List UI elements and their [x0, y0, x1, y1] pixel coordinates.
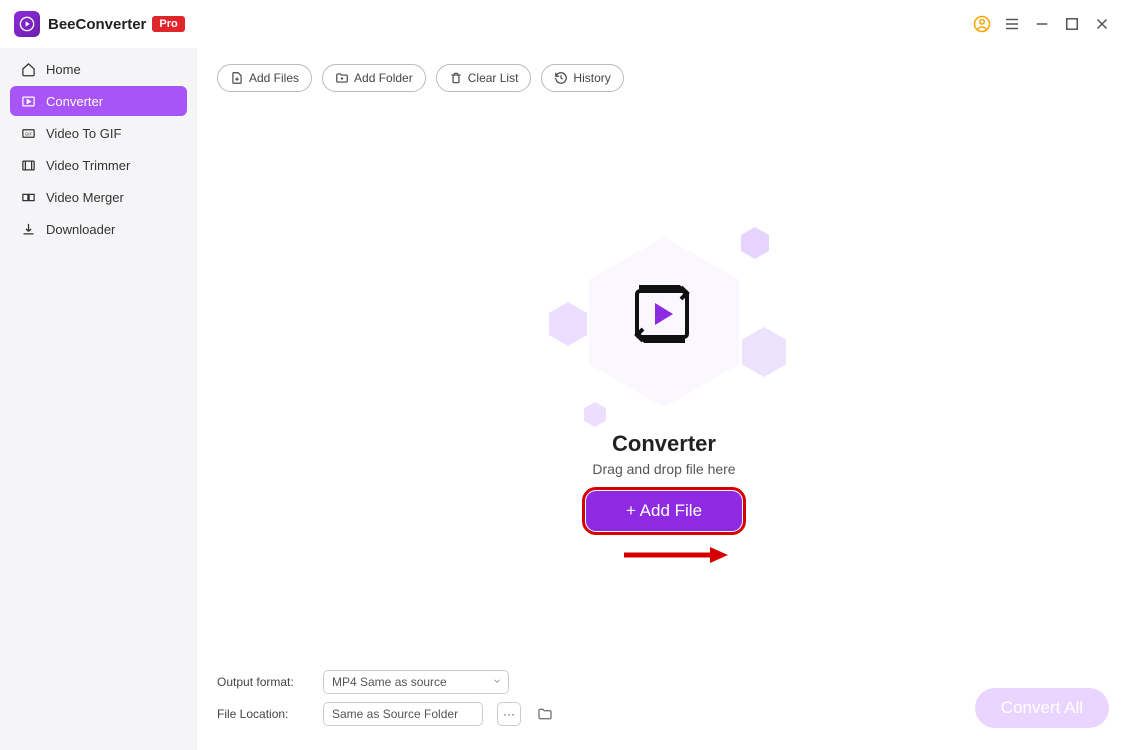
sidebar-item-downloader[interactable]: Downloader — [10, 214, 187, 244]
add-file-highlight: + Add File — [586, 491, 742, 531]
converter-icon — [20, 93, 36, 109]
trimmer-icon — [20, 157, 36, 173]
sidebar-item-label: Video Merger — [46, 190, 124, 205]
file-location-input[interactable]: Same as Source Folder — [323, 702, 483, 726]
sidebar-item-video-to-gif[interactable]: GIF Video To GIF — [10, 118, 187, 148]
center-subtitle: Drag and drop file here — [592, 461, 735, 477]
minimize-icon[interactable] — [1027, 9, 1057, 39]
file-location-label: File Location: — [217, 707, 309, 721]
titlebar: BeeConverter Pro — [0, 0, 1131, 48]
gif-icon: GIF — [20, 125, 36, 141]
history-button[interactable]: History — [541, 64, 623, 92]
download-icon — [20, 221, 36, 237]
drop-area[interactable]: Converter Drag and drop file here + Add … — [217, 92, 1111, 666]
folder-plus-icon — [335, 71, 349, 85]
app-title: BeeConverter — [48, 16, 146, 33]
main: Add Files Add Folder Clear List History — [197, 48, 1131, 750]
history-icon — [554, 71, 568, 85]
sidebar: Home Converter GIF Video To GIF Video Tr… — [0, 48, 197, 750]
open-folder-button[interactable] — [535, 704, 555, 724]
menu-icon[interactable] — [997, 9, 1027, 39]
sidebar-item-label: Video To GIF — [46, 126, 121, 141]
add-file-button[interactable]: + Add File — [586, 491, 742, 531]
convert-all-button[interactable]: Convert All — [975, 688, 1109, 728]
trash-icon — [449, 71, 463, 85]
sidebar-item-converter[interactable]: Converter — [10, 86, 187, 116]
folder-icon — [537, 706, 553, 722]
sidebar-item-video-merger[interactable]: Video Merger — [10, 182, 187, 212]
sidebar-item-label: Video Trimmer — [46, 158, 130, 173]
browse-more-button[interactable]: ··· — [497, 702, 521, 726]
chevron-down-icon — [492, 675, 502, 689]
converter-illustration — [554, 227, 774, 417]
sidebar-item-home[interactable]: Home — [10, 54, 187, 84]
pro-badge: Pro — [152, 16, 184, 32]
sidebar-item-label: Converter — [46, 94, 103, 109]
close-icon[interactable] — [1087, 9, 1117, 39]
home-icon — [20, 61, 36, 77]
output-format-select[interactable]: MP4 Same as source — [323, 670, 509, 694]
toolbar: Add Files Add Folder Clear List History — [217, 64, 1111, 92]
sidebar-item-video-trimmer[interactable]: Video Trimmer — [10, 150, 187, 180]
add-files-button[interactable]: Add Files — [217, 64, 312, 92]
file-plus-icon — [230, 71, 244, 85]
clear-list-button[interactable]: Clear List — [436, 64, 532, 92]
annotation-arrow-icon — [622, 545, 732, 570]
add-folder-button[interactable]: Add Folder — [322, 64, 426, 92]
user-icon[interactable] — [967, 9, 997, 39]
svg-text:GIF: GIF — [24, 131, 32, 136]
output-format-label: Output format: — [217, 675, 309, 689]
sidebar-item-label: Downloader — [46, 222, 115, 237]
app-logo — [14, 11, 40, 37]
maximize-icon[interactable] — [1057, 9, 1087, 39]
merger-icon — [20, 189, 36, 205]
sidebar-item-label: Home — [46, 62, 81, 77]
center-title: Converter — [612, 431, 716, 457]
